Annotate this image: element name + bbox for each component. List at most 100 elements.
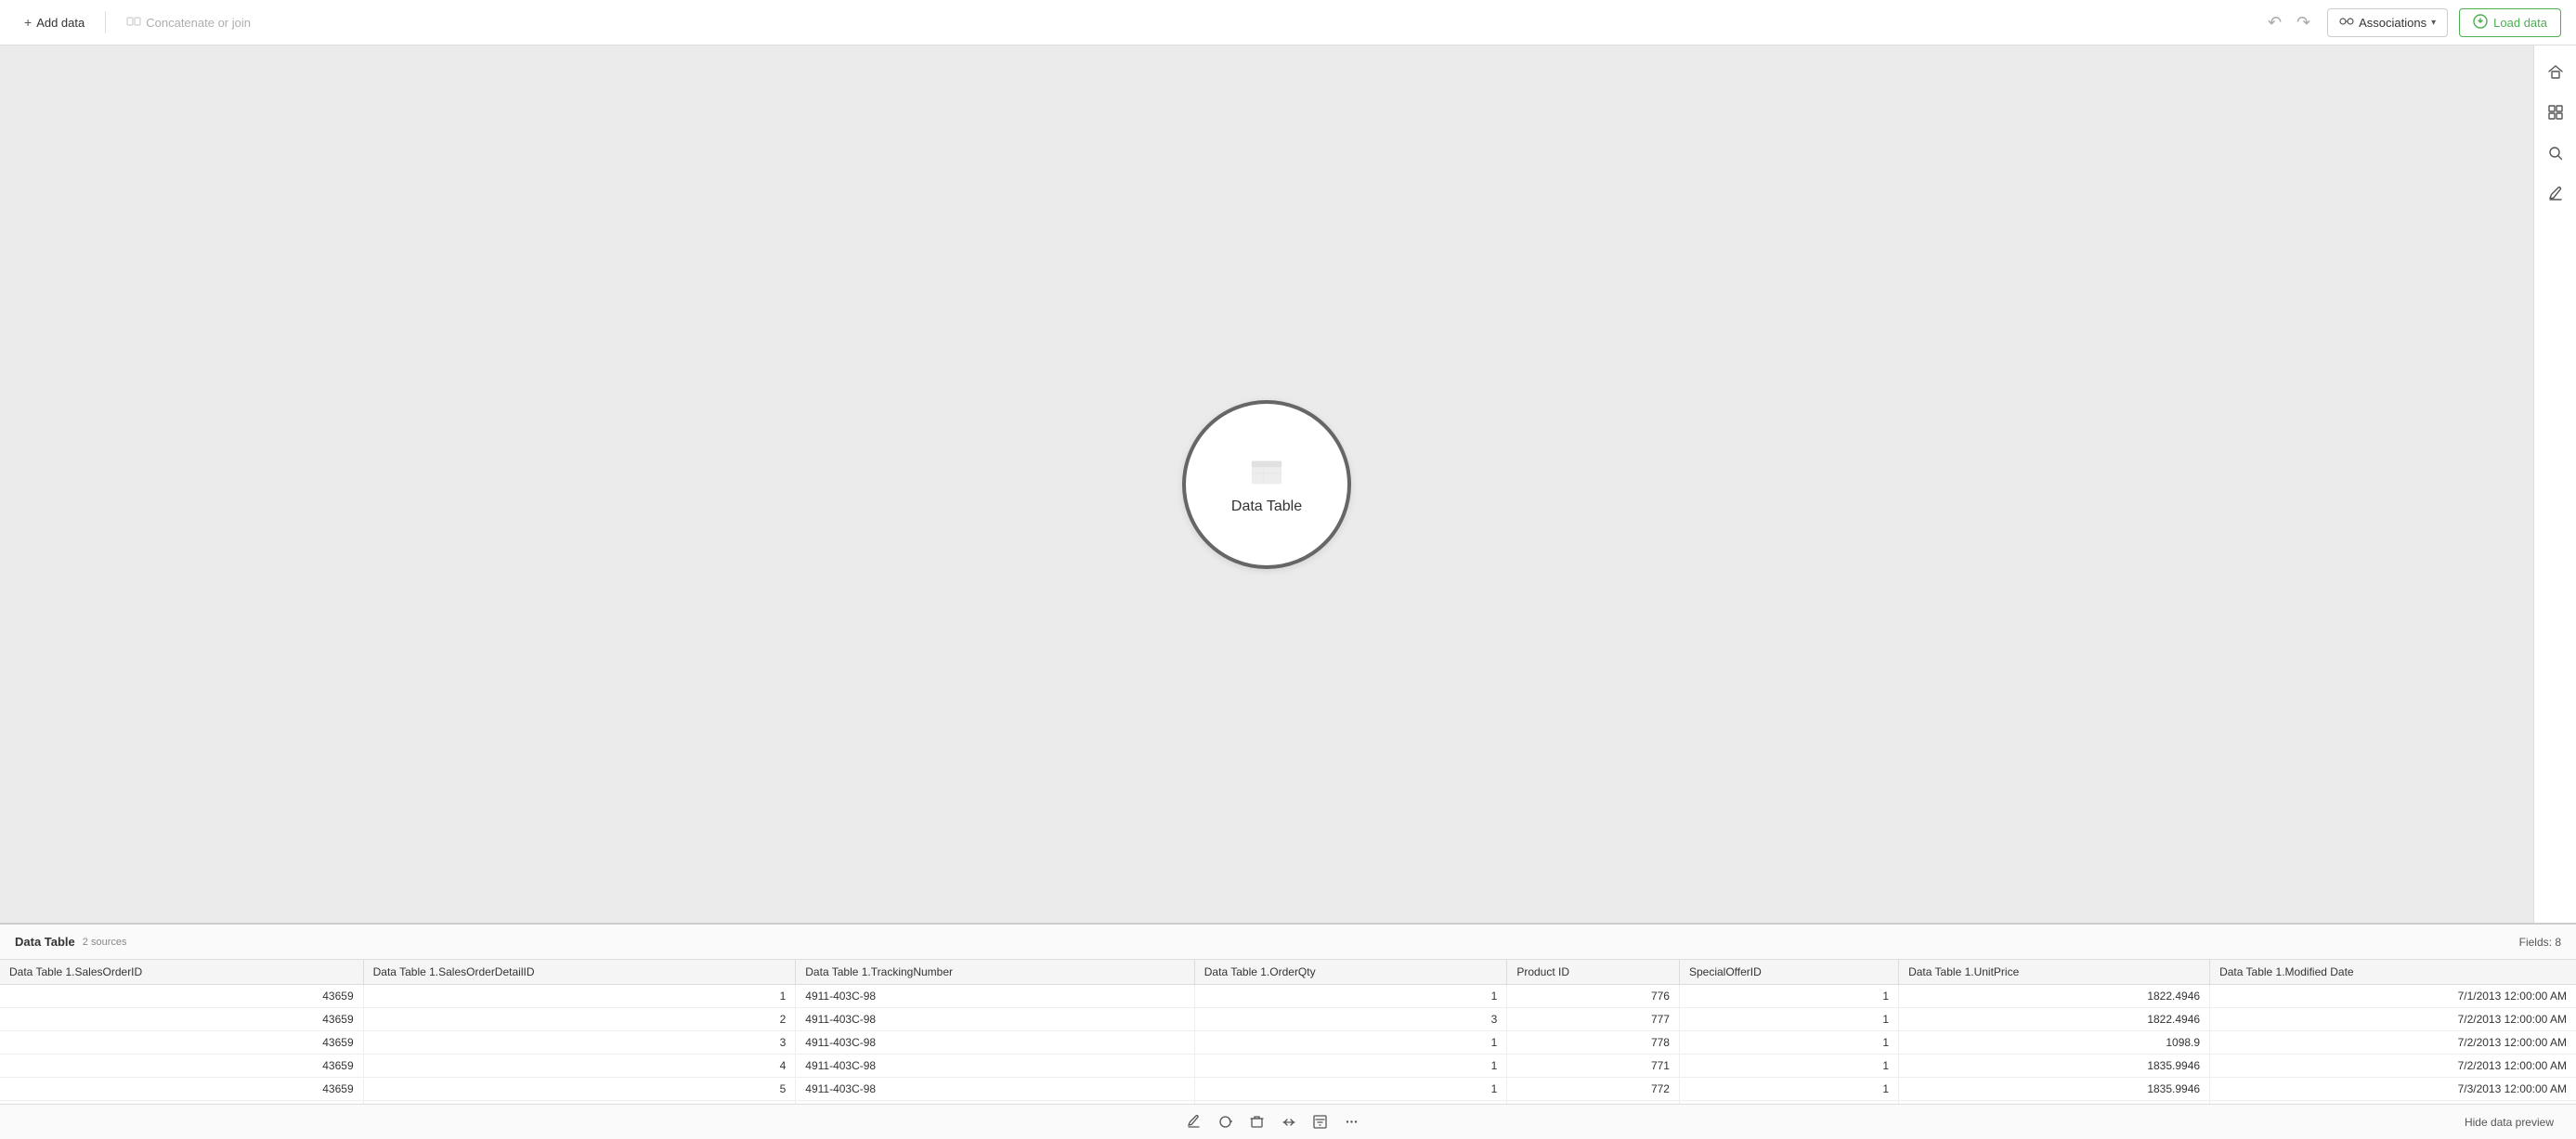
add-data-button[interactable]: + Add data	[15, 10, 94, 34]
table-header-row: Data Table 1.SalesOrderID Data Table 1.S…	[0, 960, 2576, 985]
home-icon-button[interactable]	[2539, 55, 2572, 88]
table-row: 4365954911-403C-98177211835.99467/3/2013…	[0, 1078, 2576, 1101]
data-table-wrapper[interactable]: Data Table 1.SalesOrderID Data Table 1.S…	[0, 960, 2576, 1104]
table-cell: 4911-403C-98	[796, 1008, 1195, 1031]
data-table-node[interactable]: Data Table	[1182, 400, 1351, 569]
load-data-label: Load data	[2493, 16, 2547, 30]
table-cell: 3	[363, 1031, 796, 1055]
node-label: Data Table	[1231, 498, 1302, 515]
pencil-icon-button[interactable]	[2539, 177, 2572, 211]
table-cell: 7/1/2013 12:00:00 AM	[2210, 985, 2576, 1008]
bottom-toolbar-icons	[89, 1108, 2457, 1136]
load-data-icon	[2473, 14, 2488, 32]
edit-table-button[interactable]	[1180, 1108, 1208, 1136]
table-row: 4365924911-403C-98377711822.49467/2/2013…	[0, 1008, 2576, 1031]
associations-label: Associations	[2359, 16, 2426, 30]
hide-preview-button[interactable]: Hide data preview	[2457, 1112, 2561, 1133]
toolbar-right: ↶ ↷ Associations ▾ Load data	[2262, 8, 2561, 37]
table-cell: 7/3/2013 12:00:00 AM	[2210, 1078, 2576, 1101]
search-icon	[2547, 145, 2564, 162]
table-cell: 1	[1679, 1031, 1898, 1055]
add-data-label: Add data	[36, 16, 85, 30]
concat-icon	[126, 14, 141, 32]
table-cell: 4911-403C-98	[796, 1055, 1195, 1078]
filter-icon	[1313, 1115, 1327, 1129]
table-cell: 1	[1679, 985, 1898, 1008]
table-cell: 43659	[0, 1008, 363, 1031]
col-header-trackingnumber: Data Table 1.TrackingNumber	[796, 960, 1195, 985]
table-cell: 1	[1194, 1031, 1507, 1055]
sources-badge: 2 sources	[83, 937, 127, 948]
table-cell: 7/2/2013 12:00:00 AM	[2210, 1008, 2576, 1031]
table-cell: 1098.9	[1899, 1031, 2210, 1055]
more-button[interactable]	[1338, 1108, 1366, 1136]
hide-preview-label: Hide data preview	[2465, 1116, 2554, 1129]
table-cell: 1	[1679, 1008, 1898, 1031]
table-cell: 7/2/2013 12:00:00 AM	[2210, 1031, 2576, 1055]
home-icon	[2547, 63, 2564, 80]
table-cell: 3	[1194, 1008, 1507, 1031]
plus-icon: +	[24, 15, 32, 30]
table-cell: 1	[1679, 1055, 1898, 1078]
table-cell: 7/2/2013 12:00:00 AM	[2210, 1055, 2576, 1078]
delete-button[interactable]	[1243, 1108, 1271, 1136]
grid-icon	[2547, 104, 2564, 121]
table-cell: 771	[1507, 1055, 1680, 1078]
bottom-panel-title: Data Table 2 sources	[15, 935, 126, 949]
split-icon	[1281, 1115, 1296, 1130]
table-cell: 5	[363, 1078, 796, 1101]
bottom-panel-header: Data Table 2 sources Fields: 8	[0, 925, 2576, 960]
col-header-salesorderdetailid: Data Table 1.SalesOrderDetailID	[363, 960, 796, 985]
filter-button[interactable]	[1307, 1108, 1334, 1136]
right-sidebar	[2533, 45, 2576, 923]
delete-icon	[1250, 1115, 1264, 1129]
table-cell: 43659	[0, 1078, 363, 1101]
table-cell: 1	[1194, 1078, 1507, 1101]
concat-join-button[interactable]: Concatenate or join	[117, 9, 260, 36]
grid-icon-button[interactable]	[2539, 96, 2572, 129]
refresh-button[interactable]	[1212, 1108, 1240, 1136]
table-cell: 1	[1194, 1055, 1507, 1078]
undo-redo-group: ↶ ↷	[2262, 9, 2316, 36]
table-cell: 1	[363, 985, 796, 1008]
load-data-button[interactable]: Load data	[2459, 8, 2561, 37]
undo-button[interactable]: ↶	[2262, 9, 2287, 36]
table-name-label: Data Table	[15, 935, 75, 949]
table-cell: 4911-403C-98	[796, 985, 1195, 1008]
table-cell: 777	[1507, 1008, 1680, 1031]
col-header-modifieddate: Data Table 1.Modified Date	[2210, 960, 2576, 985]
split-button[interactable]	[1275, 1108, 1303, 1136]
table-cell: 1822.4946	[1899, 1008, 2210, 1031]
table-cell: 4911-403C-98	[796, 1031, 1195, 1055]
table-row: 4365934911-403C-98177811098.97/2/2013 12…	[0, 1031, 2576, 1055]
col-header-orderqty: Data Table 1.OrderQty	[1194, 960, 1507, 985]
table-cell: 4	[363, 1055, 796, 1078]
associations-icon	[2339, 14, 2354, 32]
table-cell: 772	[1507, 1078, 1680, 1101]
col-header-productid: Product ID	[1507, 960, 1680, 985]
table-cell: 778	[1507, 1031, 1680, 1055]
more-icon	[1345, 1115, 1359, 1129]
refresh-icon	[1218, 1115, 1232, 1129]
table-cell: 776	[1507, 985, 1680, 1008]
table-row: 4365914911-403C-98177611822.49467/1/2013…	[0, 985, 2576, 1008]
table-cell: 4911-403C-98	[796, 1078, 1195, 1101]
fields-count-label: Fields: 8	[2519, 936, 2561, 949]
table-cell: 1835.9946	[1899, 1055, 2210, 1078]
data-table: Data Table 1.SalesOrderID Data Table 1.S…	[0, 960, 2576, 1104]
associations-button[interactable]: Associations ▾	[2327, 8, 2448, 37]
toolbar-divider	[105, 11, 106, 33]
pencil-icon	[2547, 186, 2564, 202]
node-icon	[1248, 454, 1285, 491]
col-header-salesorderid: Data Table 1.SalesOrderID	[0, 960, 363, 985]
redo-button[interactable]: ↷	[2291, 9, 2316, 36]
table-cell: 43659	[0, 1055, 363, 1078]
toolbar: + Add data Concatenate or join ↶ ↷	[0, 0, 2576, 45]
table-cell: 1	[1194, 985, 1507, 1008]
table-cell: 1835.9946	[1899, 1078, 2210, 1101]
search-icon-button[interactable]	[2539, 136, 2572, 170]
table-cell: 43659	[0, 985, 363, 1008]
edit-icon	[1187, 1115, 1201, 1129]
bottom-panel: Data Table 2 sources Fields: 8 Data Tabl…	[0, 923, 2576, 1139]
toolbar-left: + Add data Concatenate or join	[15, 9, 2262, 36]
